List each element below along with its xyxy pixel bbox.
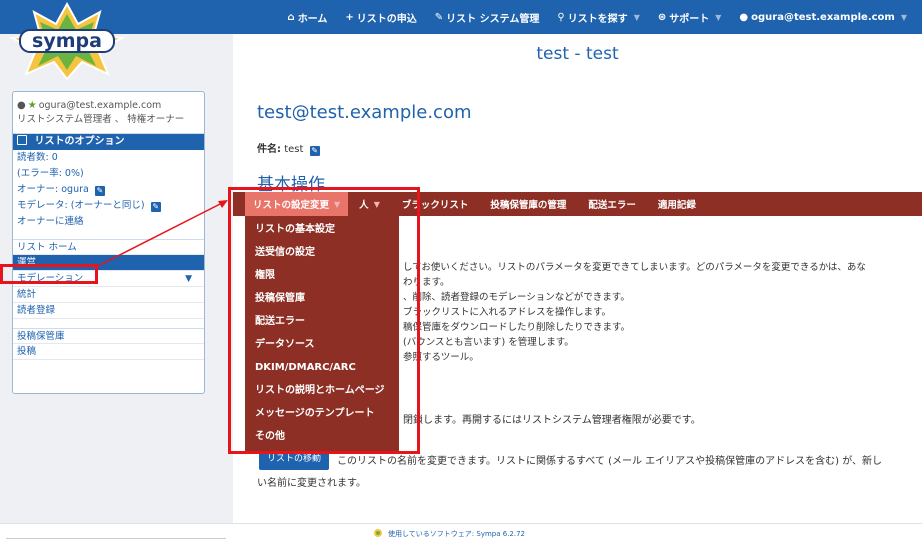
wrench-icon: ✎ [434, 11, 444, 23]
sidebar-item-stats[interactable]: 統計 [13, 287, 204, 303]
nav-user-menu[interactable]: ● ogura@test.example.com ▼ [730, 12, 916, 23]
description-line: ブラックリストに入れるアドレスを操作します。 [403, 307, 612, 318]
menu-archive-management[interactable]: 投稿保管庫の管理 [479, 192, 577, 216]
nav-home[interactable]: ⌂ ホーム [279, 10, 337, 25]
chevron-down-icon: ▼ [900, 12, 907, 22]
moderator-info: モデレータ: (オーナーと同じ) ✎ [13, 198, 204, 214]
sidebar: ● ★ ogura@test.example.com リストシステム管理者 、 … [12, 91, 205, 394]
description-line: 稿保管庫をダウンロードしたり削除したりできます。 [403, 322, 631, 333]
subject-value: test [284, 144, 304, 155]
home-icon: ⌂ [287, 11, 295, 23]
description-line: 、削除、読者登録のモデレーションなどができます。 [403, 292, 630, 303]
page-title: test - test [536, 44, 619, 64]
list-options-icon [17, 135, 27, 145]
description-line: 参照するツール。 [403, 352, 479, 363]
menu-logs[interactable]: 適用記録 [647, 192, 707, 216]
description-line: わります。 [403, 277, 450, 288]
description-line: してお使いください。リストのパラメータを変更できてしまいます。どのパラメータを変… [403, 262, 866, 273]
sympa-logo[interactable]: sympa [8, 2, 126, 80]
moderator-label: モデレータ: (オーナーと同じ) [17, 200, 145, 211]
subject-label: 件名: [257, 144, 281, 155]
list-options-header: リストのオプション [13, 134, 204, 150]
sympa-small-logo-icon [374, 529, 382, 537]
nav-system-admin[interactable]: ✎ リスト システム管理 [426, 10, 549, 25]
list-options-title: リストのオプション [34, 136, 125, 147]
edit-icon[interactable]: ✎ [94, 186, 105, 196]
footer-divider [6, 538, 226, 543]
nav-create-list[interactable]: + リストの申込 [336, 10, 425, 25]
top-navigation-bar: ⌂ ホーム + リストの申込 ✎ リスト システム管理 ⚲ リストを探す ▼ ⊛… [0, 0, 922, 34]
nav-home-label: ホーム [297, 13, 328, 25]
description-line: (バウンスとも言います) を管理します。 [403, 337, 574, 348]
user-role: リストシステム管理者 、 特権オーナー [17, 114, 185, 125]
description-text: してお使いください。リストのパラメータを変更できてしまいます。どのパラメータを変… [403, 260, 913, 365]
edit-icon[interactable]: ✎ [150, 202, 161, 212]
annotation-highlight-dropdown [228, 187, 420, 454]
user-info: ● ★ ogura@test.example.com リストシステム管理者 、 … [13, 92, 204, 134]
user-email-line: ● ★ ogura@test.example.com [17, 100, 200, 111]
chevron-down-icon: ▼ [633, 12, 640, 22]
menu-bounces[interactable]: 配送エラー [577, 192, 647, 216]
annotation-highlight-admin [0, 264, 98, 284]
support-icon: ⊛ [657, 11, 667, 23]
sidebar-item-list-home[interactable]: リスト ホーム [13, 239, 204, 255]
search-icon: ⚲ [557, 11, 565, 23]
nav-search-lists-label: リストを探す [567, 13, 628, 25]
list-subject: 件名: test ✎ [257, 140, 320, 156]
owner-label: オーナー: ogura [17, 184, 89, 195]
plus-icon: + [345, 11, 354, 23]
sidebar-item-archives[interactable]: 投稿保管庫 [13, 328, 204, 344]
logo-text: sympa [32, 30, 102, 52]
list-address-heading: test@test.example.com [257, 102, 472, 123]
close-list-note: 閉鎖します。再開するにはリストシステム管理者権限が必要です。 [403, 415, 701, 426]
nav-support[interactable]: ⊛ サポート ▼ [649, 10, 731, 25]
rename-description: このリストの名前を変更できます。リストに関係するすべて (メール エイリアスや投… [337, 456, 883, 467]
owner-info: オーナー: ogura ✎ [13, 182, 204, 198]
nav-system-admin-label: リスト システム管理 [446, 13, 540, 25]
subscriber-count: 読者数: 0 [17, 152, 58, 163]
error-rate: (エラー率: 0%) [17, 168, 84, 179]
edit-icon[interactable]: ✎ [309, 146, 320, 156]
nav-create-list-label: リストの申込 [356, 13, 417, 25]
user-icon: ● [17, 100, 26, 111]
nav-search-lists[interactable]: ⚲ リストを探す ▼ [548, 10, 648, 25]
nav-support-label: サポート [669, 13, 710, 25]
sidebar-item-post[interactable]: 投稿 [13, 344, 204, 360]
sidebar-item-subscribe[interactable]: 読者登録 [13, 303, 204, 319]
chevron-down-icon: ▼ [715, 12, 722, 22]
user-email: ogura@test.example.com [38, 100, 162, 111]
footer-software-link[interactable]: 使用しているソフトウェア: Sympa 6.2.72 [388, 529, 525, 539]
top-nav-menu: ⌂ ホーム + リストの申込 ✎ リスト システム管理 ⚲ リストを探す ▼ ⊛… [279, 0, 916, 34]
star-icon: ★ [27, 100, 37, 111]
nav-user-label: ogura@test.example.com [751, 11, 895, 23]
rename-description-continued: い名前に変更されます。 [257, 478, 366, 489]
contact-owner-link[interactable]: オーナーに連絡 [13, 214, 204, 230]
chevron-down-icon: ▼ [185, 274, 192, 284]
user-icon: ● [739, 11, 749, 23]
